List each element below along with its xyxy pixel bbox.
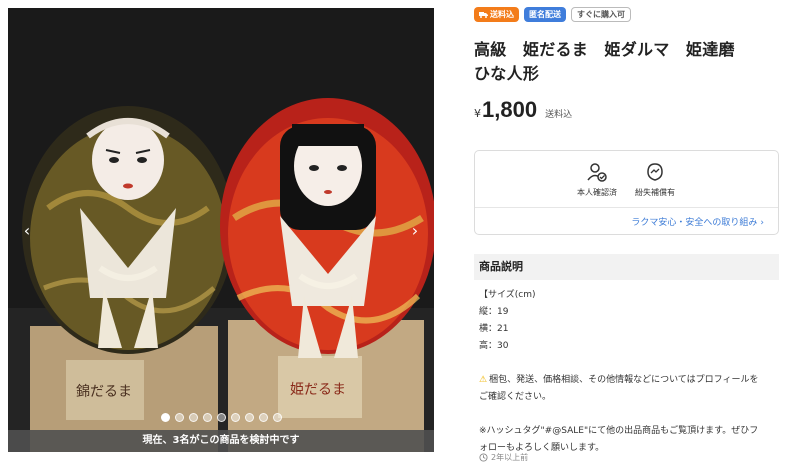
currency-symbol: ¥ bbox=[474, 107, 481, 120]
product-photo[interactable]: 錦だるま 姫だるま bbox=[8, 8, 434, 452]
carousel-dot[interactable] bbox=[188, 413, 198, 422]
clock-icon bbox=[479, 453, 488, 462]
chevron-right-icon: › bbox=[760, 218, 764, 228]
safety-initiatives-link[interactable]: ラクマ安心・安全への取り組み › bbox=[631, 215, 764, 228]
divider bbox=[475, 207, 778, 208]
anonymous-shipping-badge: 匿名配送 bbox=[524, 7, 566, 22]
price-value: 1,800 bbox=[482, 97, 538, 122]
free-shipping-badge: 送料込 bbox=[474, 7, 519, 22]
carousel-pagination bbox=[8, 413, 434, 422]
identity-verified-feature: 本人確認済 bbox=[567, 161, 627, 198]
carousel-dot[interactable] bbox=[258, 413, 268, 422]
svg-text:姫だるま: 姫だるま bbox=[290, 382, 346, 398]
description-body: 【サイズ(cm) 縦：19 横：21 高：30 ⚠ 梱包、発送、価格相談、その他情… bbox=[479, 287, 779, 457]
size-width: 横：21 bbox=[479, 324, 509, 334]
carousel-dot[interactable] bbox=[244, 413, 254, 422]
price-row: ¥ 1,800 送料込 bbox=[474, 97, 572, 123]
carousel-dot[interactable] bbox=[174, 413, 184, 422]
product-title-line1: 高級 姫だるま 姫ダルマ 姫達磨 bbox=[474, 40, 735, 59]
truck-icon bbox=[479, 12, 488, 18]
hashtag-line1: ※ハッシュタグ"#@SALE"にて他の出品商品もご覧頂けます。ぜひフ bbox=[479, 426, 759, 436]
safety-link-label: ラクマ安心・安全への取り組み bbox=[631, 218, 758, 228]
identity-verified-label: 本人確認済 bbox=[577, 188, 617, 197]
product-title: 高級 姫だるま 姫ダルマ 姫達磨 ひな人形 bbox=[474, 38, 779, 86]
description-header: 商品説明 bbox=[474, 254, 779, 280]
badge-label: 送料込 bbox=[490, 10, 514, 19]
posted-time-label: 2年以上前 bbox=[491, 453, 529, 462]
posted-time: 2年以上前 bbox=[479, 452, 528, 463]
loss-compensation-icon bbox=[647, 163, 663, 181]
carousel-dot[interactable] bbox=[216, 413, 226, 422]
carousel-dot[interactable] bbox=[160, 413, 170, 422]
carousel-dot[interactable] bbox=[230, 413, 240, 422]
shipping-included-label: 送料込 bbox=[545, 110, 573, 120]
carousel-prev-arrow-icon[interactable]: ‹ bbox=[20, 222, 34, 240]
size-depth: 高：30 bbox=[479, 341, 509, 351]
notice-line2: ご確認ください。 bbox=[479, 392, 552, 402]
warning-icon: ⚠ bbox=[479, 375, 488, 385]
product-image-carousel[interactable]: 錦だるま 姫だるま ‹ › 現在、3名がこの商品を検討中です bbox=[8, 8, 434, 452]
notice-line1: ⚠ 梱包、発送、価格相談、その他情報などについてはプロフィールを bbox=[479, 372, 779, 389]
carousel-dot[interactable] bbox=[202, 413, 212, 422]
notice-text: 梱包、発送、価格相談、その他情報などについてはプロフィールを bbox=[489, 375, 759, 385]
size-height: 縦：19 bbox=[479, 307, 509, 317]
size-title: 【サイズ(cm) bbox=[479, 290, 536, 300]
safety-info-box: 本人確認済 紛失補償有 ラクマ安心・安全への取り組み › bbox=[474, 150, 779, 235]
carousel-dot[interactable] bbox=[272, 413, 282, 422]
badge-row: 送料込 匿名配送 すぐに購入可 bbox=[474, 7, 631, 22]
carousel-next-arrow-icon[interactable]: › bbox=[408, 222, 422, 240]
svg-text:錦だるま: 錦だるま bbox=[76, 383, 132, 400]
loss-compensation-feature: 紛失補償有 bbox=[625, 161, 685, 198]
identity-verified-icon bbox=[587, 163, 607, 182]
product-title-line2: ひな人形 bbox=[474, 64, 540, 83]
buy-now-badge: すぐに購入可 bbox=[571, 7, 631, 22]
loss-compensation-label: 紛失補償有 bbox=[635, 188, 675, 197]
viewer-count-bar: 現在、3名がこの商品を検討中です bbox=[8, 430, 434, 452]
